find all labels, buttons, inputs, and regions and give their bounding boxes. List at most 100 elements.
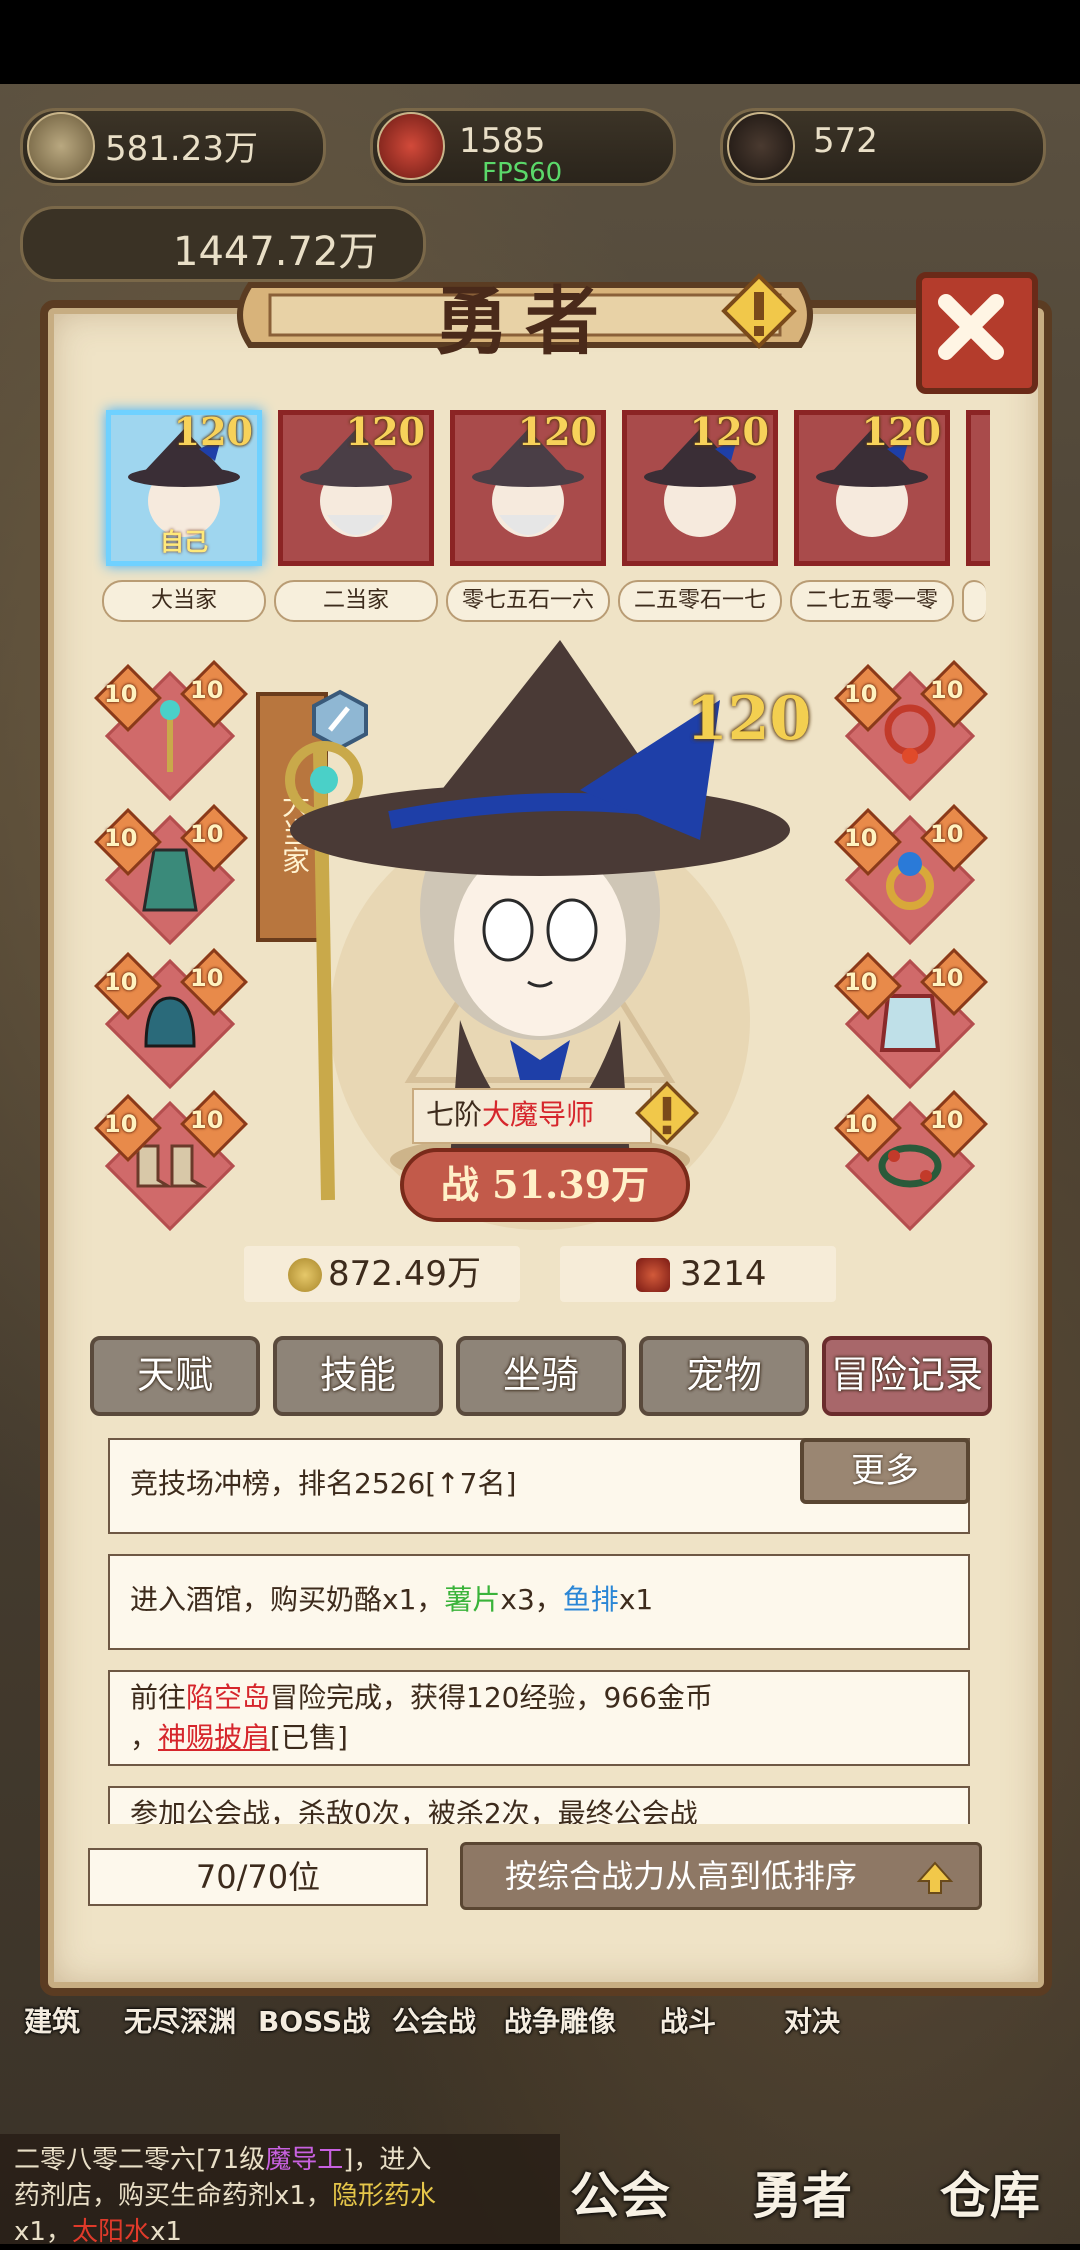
log-text: 前往 (130, 1681, 187, 1714)
item-link[interactable]: 神赐披肩 (158, 1721, 270, 1754)
equip-slot-boots[interactable]: 10 10 (94, 1090, 248, 1232)
equip-slot-weapon[interactable]: 10 10 (94, 660, 248, 802)
orb-bar[interactable]: 572 (720, 108, 1046, 186)
equip-level: 10 (104, 968, 138, 996)
hero-name-tag: 零七五石一六 (446, 580, 610, 622)
equip-slot-helmet[interactable]: 10 10 (94, 948, 248, 1090)
log-text: 参加公会战，杀敌0次，被杀2次，最终公会战 (130, 1797, 698, 1824)
equip-enhance: 10 (190, 820, 224, 848)
tab-adventure-log[interactable]: 冒险记录 (822, 1336, 992, 1416)
hero-level-large: 120 (686, 684, 812, 754)
equip-enhance: 10 (930, 964, 964, 992)
orb-value: 572 (813, 121, 878, 161)
tab-talent[interactable]: 天赋 (90, 1336, 260, 1416)
tab-mount[interactable]: 坐骑 (456, 1336, 626, 1416)
equip-level: 10 (844, 680, 878, 708)
hero-tab-1[interactable]: 120 自己 (106, 410, 262, 566)
hero-level: 120 (173, 410, 253, 454)
item-fish: 鱼排 (562, 1583, 619, 1616)
log-text: 冒险完成，获得120经验，966金币 (270, 1681, 713, 1714)
tab-pet[interactable]: 宠物 (639, 1336, 809, 1416)
equip-slot-cape[interactable]: 10 10 (834, 948, 988, 1090)
class-rank: 七阶 (426, 1098, 483, 1131)
hero-tab-2[interactable]: 120 (278, 410, 434, 566)
equip-level: 10 (844, 824, 878, 852)
item-chips: 薯片 (444, 1583, 501, 1616)
info-warning-icon[interactable] (720, 272, 798, 350)
chat-text: ]，进入 (343, 2145, 432, 2175)
medal-stat: 3214 (560, 1246, 836, 1302)
gold-stat-value: 872.49万 (328, 1254, 481, 1294)
log-entry: 进入酒馆，购买奶酪x1，薯片x3，鱼排x1 (108, 1554, 970, 1650)
power-label: 战 (440, 1162, 479, 1207)
more-button[interactable]: 更多 (800, 1438, 970, 1504)
hero-name-tag: 二当家 (274, 580, 438, 622)
hero-level: 120 (689, 410, 769, 454)
equip-level: 10 (104, 1110, 138, 1138)
combat-power-badge: 战 51.39万 (400, 1148, 690, 1222)
hero-button[interactable]: 勇者 (752, 2156, 852, 2228)
log-text: x3， (500, 1583, 563, 1616)
location-name: 陷空岛 (186, 1681, 271, 1714)
close-button[interactable] (916, 272, 1038, 394)
nav-war-statue[interactable]: 战争雕像 (504, 2000, 616, 2040)
nav-endless-abyss[interactable]: 无尽深渊 (124, 2000, 236, 2040)
hero-tab-4[interactable]: 120 (622, 410, 778, 566)
dark-orb-icon (727, 112, 795, 180)
equip-enhance: 10 (930, 676, 964, 704)
hero-tab-5[interactable]: 120 (794, 410, 950, 566)
log-entry: 参加公会战，杀敌0次，被杀2次，最终公会战 (108, 1786, 970, 1824)
nav-boss-battle[interactable]: BOSS战 (258, 2000, 370, 2040)
chat-text: 二零八零二零六[71级 (14, 2145, 266, 2175)
chat-item: 隐形药水 (331, 2181, 436, 2211)
chat-class: 魔导工 (265, 2145, 344, 2175)
chat-feed[interactable]: 二零八零二零六[71级魔导工]，进入 药剂店，购买生命药剂x1，隐形药水 x1，… (0, 2134, 560, 2247)
nav-battle[interactable]: 战斗 (660, 2000, 716, 2040)
arrow-up-icon (916, 1861, 954, 1894)
hero-level: 120 (517, 410, 597, 454)
hero-level: 120 (861, 410, 941, 454)
log-text: 进入酒馆，购买奶酪x1， (130, 1583, 445, 1616)
close-icon (938, 294, 1004, 360)
class-info-icon[interactable] (634, 1080, 700, 1146)
sort-button[interactable]: 按综合战力从高到低排序 (460, 1842, 982, 1910)
medal-icon (636, 1258, 670, 1292)
nav-duel[interactable]: 对决 (784, 2000, 840, 2040)
equip-slot-ring[interactable]: 10 10 (834, 804, 988, 946)
equip-enhance: 10 (190, 964, 224, 992)
gold-coin-icon (27, 112, 95, 180)
gold-value: 581.23万 (105, 129, 258, 169)
gold-coin-icon (288, 1258, 322, 1292)
nav-guild-war[interactable]: 公会战 (392, 2000, 476, 2040)
hero-tab-6-partial[interactable] (966, 410, 990, 566)
equip-level: 10 (104, 680, 138, 708)
ring-icon (886, 852, 934, 910)
log-text: 竞技场冲榜，排名2526[↑7名] (130, 1467, 517, 1500)
equip-slot-necklace[interactable]: 10 10 (834, 660, 988, 802)
log-text: [已售] (270, 1721, 348, 1754)
equip-slot-armor[interactable]: 10 10 (94, 804, 248, 946)
chat-text: x1， (14, 2217, 72, 2247)
log-entry: 前往陷空岛冒险完成，获得120经验，966金币 ，神赐披肩[已售] (108, 1670, 970, 1766)
class-name: 大魔导师 (482, 1098, 595, 1131)
equip-enhance: 10 (190, 1106, 224, 1134)
guild-button[interactable]: 公会 (570, 2156, 670, 2228)
nav-building[interactable]: 建筑 (24, 2000, 80, 2040)
equip-enhance: 10 (190, 676, 224, 704)
hero-name-tag-partial (962, 580, 986, 622)
hero-level: 120 (345, 410, 425, 454)
boots-icon (136, 1144, 208, 1188)
tab-skills[interactable]: 技能 (273, 1336, 443, 1416)
arena-shield-icon (377, 112, 445, 180)
equip-enhance: 10 (930, 820, 964, 848)
hero-name-tag: 大当家 (102, 580, 266, 622)
equip-level: 10 (844, 1110, 878, 1138)
hero-tab-3[interactable]: 120 (450, 410, 606, 566)
gold-bar[interactable]: 581.23万 (20, 108, 326, 186)
equip-slot-accessory[interactable]: 10 10 (834, 1090, 988, 1232)
equip-level: 10 (104, 824, 138, 852)
warehouse-button[interactable]: 仓库 (940, 2156, 1040, 2228)
chat-text: 药剂店，购买生命药剂x1， (14, 2181, 332, 2211)
equip-enhance: 10 (930, 1106, 964, 1134)
chat-item: 太阳水 (71, 2217, 150, 2247)
